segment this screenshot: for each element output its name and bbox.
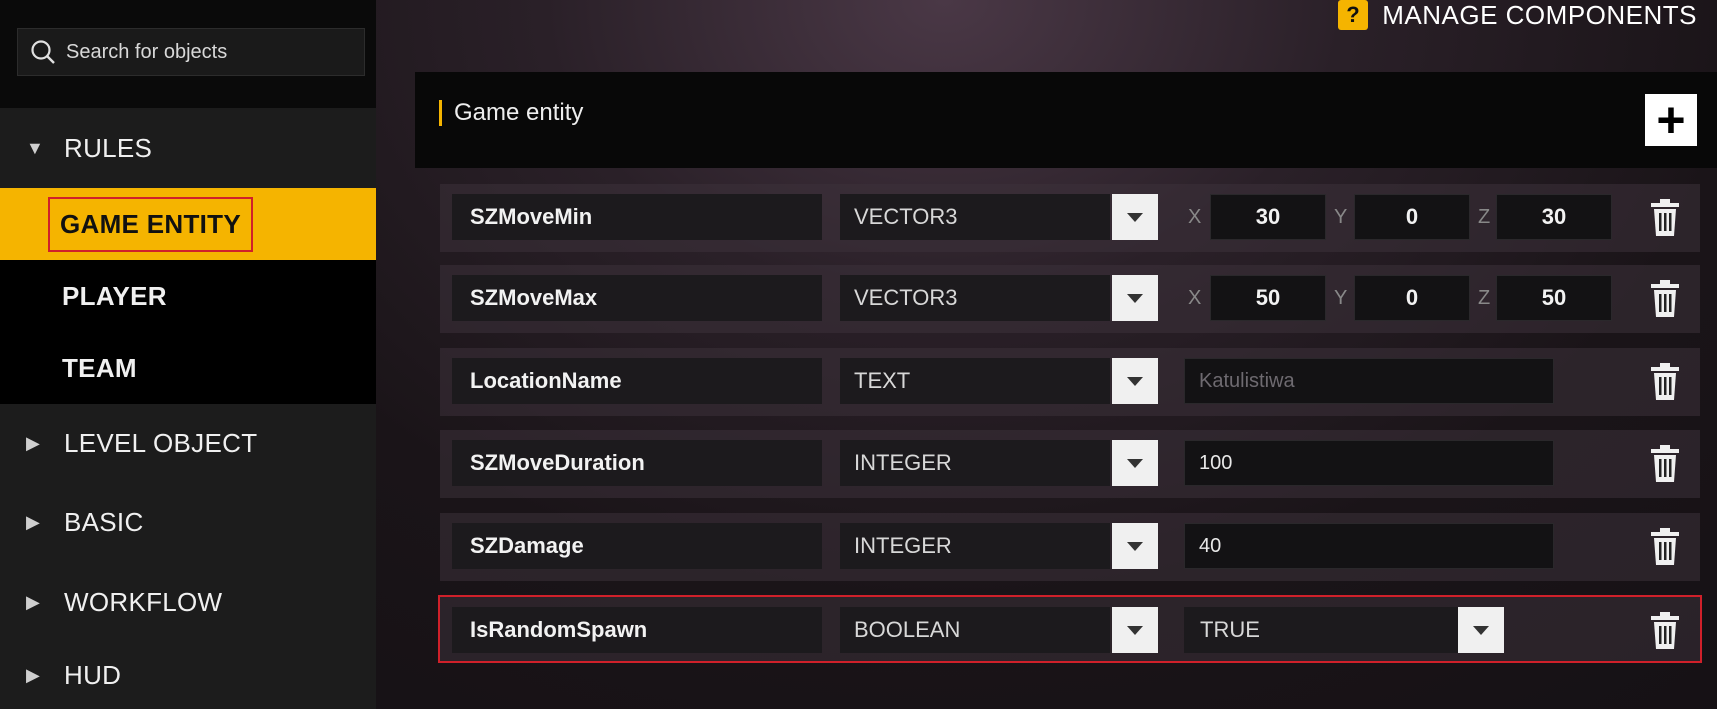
chevron-down-icon xyxy=(1127,625,1143,635)
sidebar: ▼ RULES GAME ENTITY PLAYER TEAM ▶ LEVEL … xyxy=(0,0,376,709)
add-component-button[interactable]: + xyxy=(1645,94,1697,146)
sidebar-category-basic[interactable]: ▶ BASIC xyxy=(0,482,376,562)
component-type-select[interactable]: VECTOR3 xyxy=(840,275,1110,321)
caret-right-icon: ▶ xyxy=(26,591,41,612)
dropdown-button[interactable] xyxy=(1112,440,1158,486)
trash-icon[interactable] xyxy=(1648,527,1682,567)
axis-label-z: Z xyxy=(1478,205,1491,228)
dropdown-button[interactable] xyxy=(1112,194,1158,240)
axis-label-y: Y xyxy=(1334,205,1348,228)
component-name-field[interactable]: SZMoveDuration xyxy=(452,440,822,486)
sidebar-category-hud[interactable]: ▶ HUD xyxy=(0,642,376,709)
search-input[interactable] xyxy=(64,39,358,65)
sidebar-item-label: BASIC xyxy=(64,506,144,537)
chevron-down-icon xyxy=(1127,541,1143,551)
vector-y-input[interactable]: 0 xyxy=(1354,275,1470,321)
component-type-select[interactable]: BOOLEAN xyxy=(840,607,1110,653)
caret-right-icon: ▶ xyxy=(26,432,41,453)
sidebar-item-label: TEAM xyxy=(62,352,137,383)
chevron-down-icon xyxy=(1473,625,1489,635)
vector-z-input[interactable]: 50 xyxy=(1496,275,1612,321)
component-row: SZDamage INTEGER 40 xyxy=(440,513,1700,581)
help-icon[interactable]: ? xyxy=(1338,0,1369,30)
text-value-input[interactable]: Katulistiwa xyxy=(1184,358,1554,404)
component-type-select[interactable]: VECTOR3 xyxy=(840,194,1110,240)
component-type-select[interactable]: INTEGER xyxy=(840,523,1110,569)
panel-header: Game entity + xyxy=(415,72,1717,168)
component-name-field[interactable]: IsRandomSpawn xyxy=(452,607,822,653)
component-name-field[interactable]: SZDamage xyxy=(452,523,822,569)
caret-right-icon: ▶ xyxy=(26,511,41,532)
caret-right-icon: ▶ xyxy=(26,665,41,685)
panel-title: Game entity xyxy=(439,100,583,126)
component-row: SZMoveMax VECTOR3 X 50 Y 0 Z 50 xyxy=(440,265,1700,333)
component-row: SZMoveMin VECTOR3 X 30 Y 0 Z 30 xyxy=(440,184,1700,252)
axis-label-x: X xyxy=(1188,286,1202,309)
manage-components-button[interactable]: ? MANAGE COMPONENTS xyxy=(1338,0,1697,30)
dropdown-button[interactable] xyxy=(1112,607,1158,653)
sidebar-item-player[interactable]: PLAYER xyxy=(0,260,376,332)
sidebar-item-label: LEVEL OBJECT xyxy=(64,427,258,458)
trash-icon[interactable] xyxy=(1648,444,1682,484)
dropdown-button[interactable] xyxy=(1112,358,1158,404)
integer-value-input[interactable]: 40 xyxy=(1184,523,1554,569)
component-row-highlighted: IsRandomSpawn BOOLEAN TRUE xyxy=(438,595,1702,663)
axis-label-x: X xyxy=(1188,205,1202,228)
trash-icon[interactable] xyxy=(1648,362,1682,402)
component-type-select[interactable]: INTEGER xyxy=(840,440,1110,486)
boolean-value-select[interactable]: TRUE xyxy=(1184,607,1474,653)
component-name-field[interactable]: SZMoveMax xyxy=(452,275,822,321)
chevron-down-icon xyxy=(1127,212,1143,222)
axis-label-y: Y xyxy=(1334,286,1348,309)
manage-components-label: MANAGE COMPONENTS xyxy=(1382,0,1697,30)
sidebar-item-label: WORKFLOW xyxy=(64,586,223,617)
trash-icon[interactable] xyxy=(1648,279,1682,319)
trash-icon[interactable] xyxy=(1648,198,1682,238)
integer-value-input[interactable]: 100 xyxy=(1184,440,1554,486)
sidebar-item-team[interactable]: TEAM xyxy=(0,332,376,404)
sidebar-item-label: GAME ENTITY xyxy=(48,196,253,252)
sidebar-item-label: RULES xyxy=(64,132,153,163)
component-type-select[interactable]: TEXT xyxy=(840,358,1110,404)
component-row: SZMoveDuration INTEGER 100 xyxy=(440,430,1700,498)
sidebar-item-game-entity[interactable]: GAME ENTITY xyxy=(0,188,376,260)
sidebar-category-level-object[interactable]: ▶ LEVEL OBJECT xyxy=(0,404,376,482)
chevron-down-icon xyxy=(1127,458,1143,468)
sidebar-category-workflow[interactable]: ▶ WORKFLOW xyxy=(0,562,376,642)
axis-label-z: Z xyxy=(1478,286,1491,309)
search-icon xyxy=(31,40,55,64)
chevron-down-icon xyxy=(1127,293,1143,303)
chevron-down-icon xyxy=(1127,376,1143,386)
search-box[interactable] xyxy=(17,28,365,76)
component-name-field[interactable]: SZMoveMin xyxy=(452,194,822,240)
boolean-dropdown-button[interactable] xyxy=(1458,607,1504,653)
vector-y-input[interactable]: 0 xyxy=(1354,194,1470,240)
component-name-field[interactable]: LocationName xyxy=(452,358,822,404)
component-row: LocationName TEXT Katulistiwa xyxy=(440,348,1700,416)
vector-x-input[interactable]: 50 xyxy=(1210,275,1326,321)
caret-down-icon: ▼ xyxy=(26,137,45,158)
dropdown-button[interactable] xyxy=(1112,275,1158,321)
vector-z-input[interactable]: 30 xyxy=(1496,194,1612,240)
sidebar-item-label: PLAYER xyxy=(62,280,167,311)
sidebar-item-label: HUD xyxy=(64,660,122,690)
sidebar-category-rules[interactable]: ▼ RULES xyxy=(0,108,376,188)
dropdown-button[interactable] xyxy=(1112,523,1158,569)
trash-icon[interactable] xyxy=(1648,611,1682,651)
vector-x-input[interactable]: 30 xyxy=(1210,194,1326,240)
